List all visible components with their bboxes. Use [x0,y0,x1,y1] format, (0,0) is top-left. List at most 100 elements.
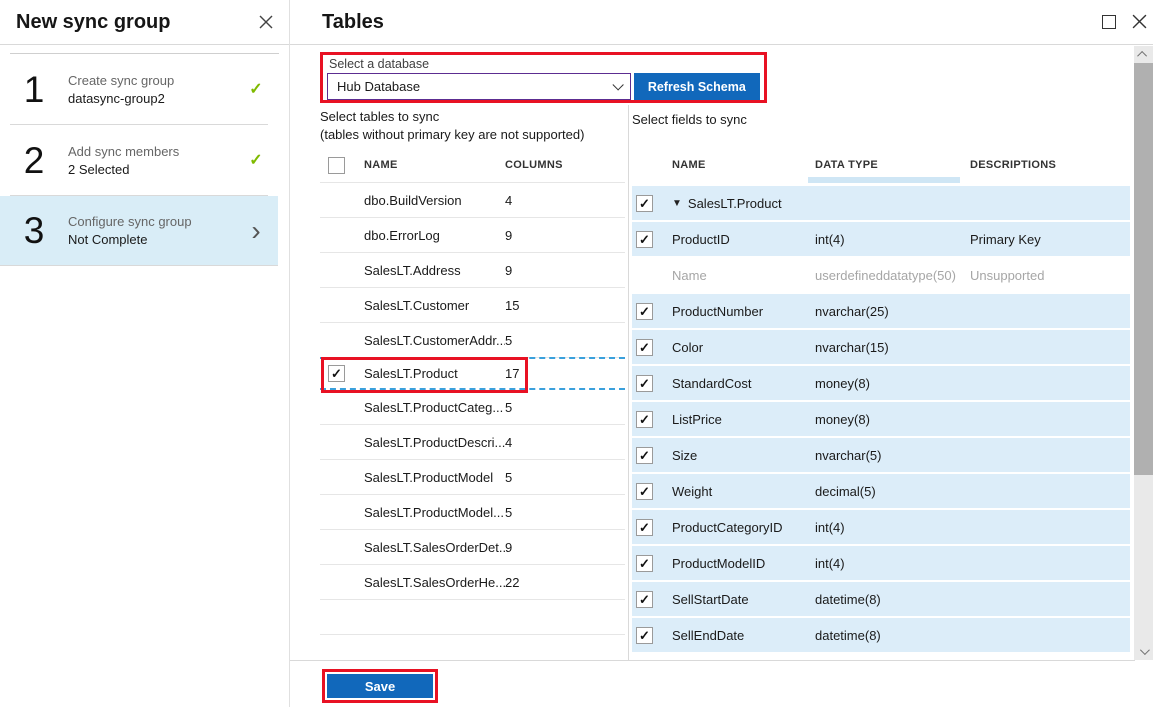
fields-rows: ✓▼SalesLT.Product✓ProductIDint(4)Primary… [632,186,1130,652]
checkbox-checked[interactable]: ✓ [328,365,345,382]
save-button[interactable]: Save [327,674,433,698]
table-column-count: 22 [505,575,565,590]
tables-header-row: NAME COLUMNS [320,148,625,182]
table-row[interactable]: SalesLT.SalesOrderHe...22 [320,565,625,600]
fields-to-sync-section: Select fields to sync NAME DATA TYPE DES… [632,108,1130,654]
scroll-up-icon[interactable] [1134,46,1153,63]
field-row[interactable]: ✓ProductNumbernvarchar(25) [632,294,1130,328]
column-header-datatype: DATA TYPE [815,159,970,171]
horizontal-scrollbar-thumb[interactable] [808,177,960,183]
checkbox-cell: ✓ [636,339,672,356]
table-name: SalesLT.SalesOrderDet... [364,540,505,555]
step-label: Configure sync group [68,214,234,229]
field-row[interactable]: ✓Sizenvarchar(5) [632,438,1130,472]
table-name: SalesLT.ProductDescri... [364,435,505,450]
step-configure-sync-group[interactable]: 3 Configure sync group Not Complete › [0,196,278,266]
table-column-count: 5 [505,400,565,415]
field-datatype: nvarchar(15) [815,340,970,355]
checkbox-checked[interactable]: ✓ [636,411,653,428]
table-row[interactable]: SalesLT.Customer15 [320,288,625,323]
step-number: 1 [0,71,68,108]
chevron-down-icon [612,79,623,90]
checkbox-checked[interactable]: ✓ [636,447,653,464]
collapse-arrow-icon[interactable]: ▼ [672,198,682,209]
field-name: Name [672,268,815,283]
select-database-label: Select a database [329,57,760,71]
table-row[interactable]: SalesLT.CustomerAddr...5 [320,323,625,358]
database-dropdown[interactable]: Hub Database [327,73,631,100]
field-row[interactable]: ✓ProductIDint(4)Primary Key [632,222,1130,256]
field-row[interactable]: ✓StandardCostmoney(8) [632,366,1130,400]
close-icon[interactable] [1132,14,1147,29]
checkbox-checked[interactable]: ✓ [636,195,653,212]
checkbox-checked[interactable]: ✓ [636,555,653,572]
step-add-sync-members[interactable]: 2 Add sync members 2 Selected ✓ [0,125,278,195]
divider [628,105,629,660]
table-row[interactable]: dbo.ErrorLog9 [320,218,625,253]
table-name: dbo.ErrorLog [364,228,505,243]
field-row[interactable]: ✓ListPricemoney(8) [632,402,1130,436]
scrollbar-thumb[interactable] [1134,63,1153,475]
field-name: Weight [672,484,815,499]
table-row[interactable]: SalesLT.ProductCateg...5 [320,390,625,425]
table-row[interactable]: ✓SalesLT.Product17 [320,357,625,390]
checkbox-cell: ✓ [636,195,672,212]
column-header-descriptions: DESCRIPTIONS [970,159,1130,171]
field-row[interactable]: Nameuserdefineddatatype(50)Unsupported [632,258,1130,292]
field-row[interactable]: ✓Weightdecimal(5) [632,474,1130,508]
table-row[interactable]: SalesLT.Address9 [320,253,625,288]
tables-to-sync-section: Select tables to sync (tables without pr… [320,108,625,635]
field-datatype: int(4) [815,520,970,535]
checkbox-checked[interactable]: ✓ [636,375,653,392]
step-number: 3 [0,212,68,249]
field-row[interactable]: ✓ProductModelIDint(4) [632,546,1130,580]
checkbox-checked[interactable]: ✓ [636,303,653,320]
refresh-schema-button[interactable]: Refresh Schema [634,73,760,100]
table-column-count: 9 [505,540,565,555]
field-row[interactable]: ✓▼SalesLT.Product [632,186,1130,220]
select-all-checkbox[interactable] [328,157,345,174]
column-header-columns: COLUMNS [505,159,563,171]
field-row[interactable]: ✓Colornvarchar(15) [632,330,1130,364]
checkbox-checked[interactable]: ✓ [636,231,653,248]
field-row[interactable]: ✓SellEndDatedatetime(8) [632,618,1130,652]
field-row[interactable]: ✓SellStartDatedatetime(8) [632,582,1130,616]
tables-panel: Tables Select a database Hub Database Re… [290,0,1153,707]
checkbox-checked[interactable]: ✓ [636,627,653,644]
field-datatype: money(8) [815,376,970,391]
table-row[interactable]: dbo.BuildVersion4 [320,183,625,218]
field-name: ProductID [672,232,815,247]
table-row[interactable]: SalesLT.ProductModel...5 [320,495,625,530]
field-row[interactable]: ✓ProductCategoryIDint(4) [632,510,1130,544]
field-datatype: userdefineddatatype(50) [815,268,970,283]
close-icon[interactable] [259,15,273,29]
step-label: Add sync members [68,144,234,159]
vertical-scrollbar[interactable] [1134,46,1153,660]
table-row[interactable]: SalesLT.SalesOrderDet...9 [320,530,625,565]
checkbox-checked[interactable]: ✓ [636,339,653,356]
table-row[interactable]: SalesLT.ProductModel5 [320,460,625,495]
table-name: SalesLT.Address [364,263,505,278]
table-row[interactable]: SalesLT.ProductDescri...4 [320,425,625,460]
step-create-sync-group[interactable]: 1 Create sync group datasync-group2 ✓ [0,54,278,124]
table-name: SalesLT.SalesOrderHe... [364,575,505,590]
tables-heading: Select tables to sync [320,108,625,126]
checkbox-cell: ✓ [328,365,364,382]
step-value: Not Complete [68,232,234,247]
table-column-count: 5 [505,505,565,520]
new-sync-group-panel: New sync group 1 Create sync group datas… [0,0,290,707]
checkbox-checked[interactable]: ✓ [636,519,653,536]
maximize-icon[interactable] [1102,15,1116,29]
table-column-count: 15 [505,298,565,313]
field-datatype: int(4) [815,556,970,571]
field-description: Primary Key [970,232,1130,247]
field-datatype: money(8) [815,412,970,427]
scroll-down-icon[interactable] [1134,643,1153,660]
panel-header: Tables [290,0,1153,45]
checkbox-checked[interactable]: ✓ [636,591,653,608]
table-name: dbo.BuildVersion [364,193,505,208]
table-column-count: 4 [505,193,565,208]
database-dropdown-value: Hub Database [337,79,420,94]
checkbox-checked[interactable]: ✓ [636,483,653,500]
field-datatype: nvarchar(5) [815,448,970,463]
